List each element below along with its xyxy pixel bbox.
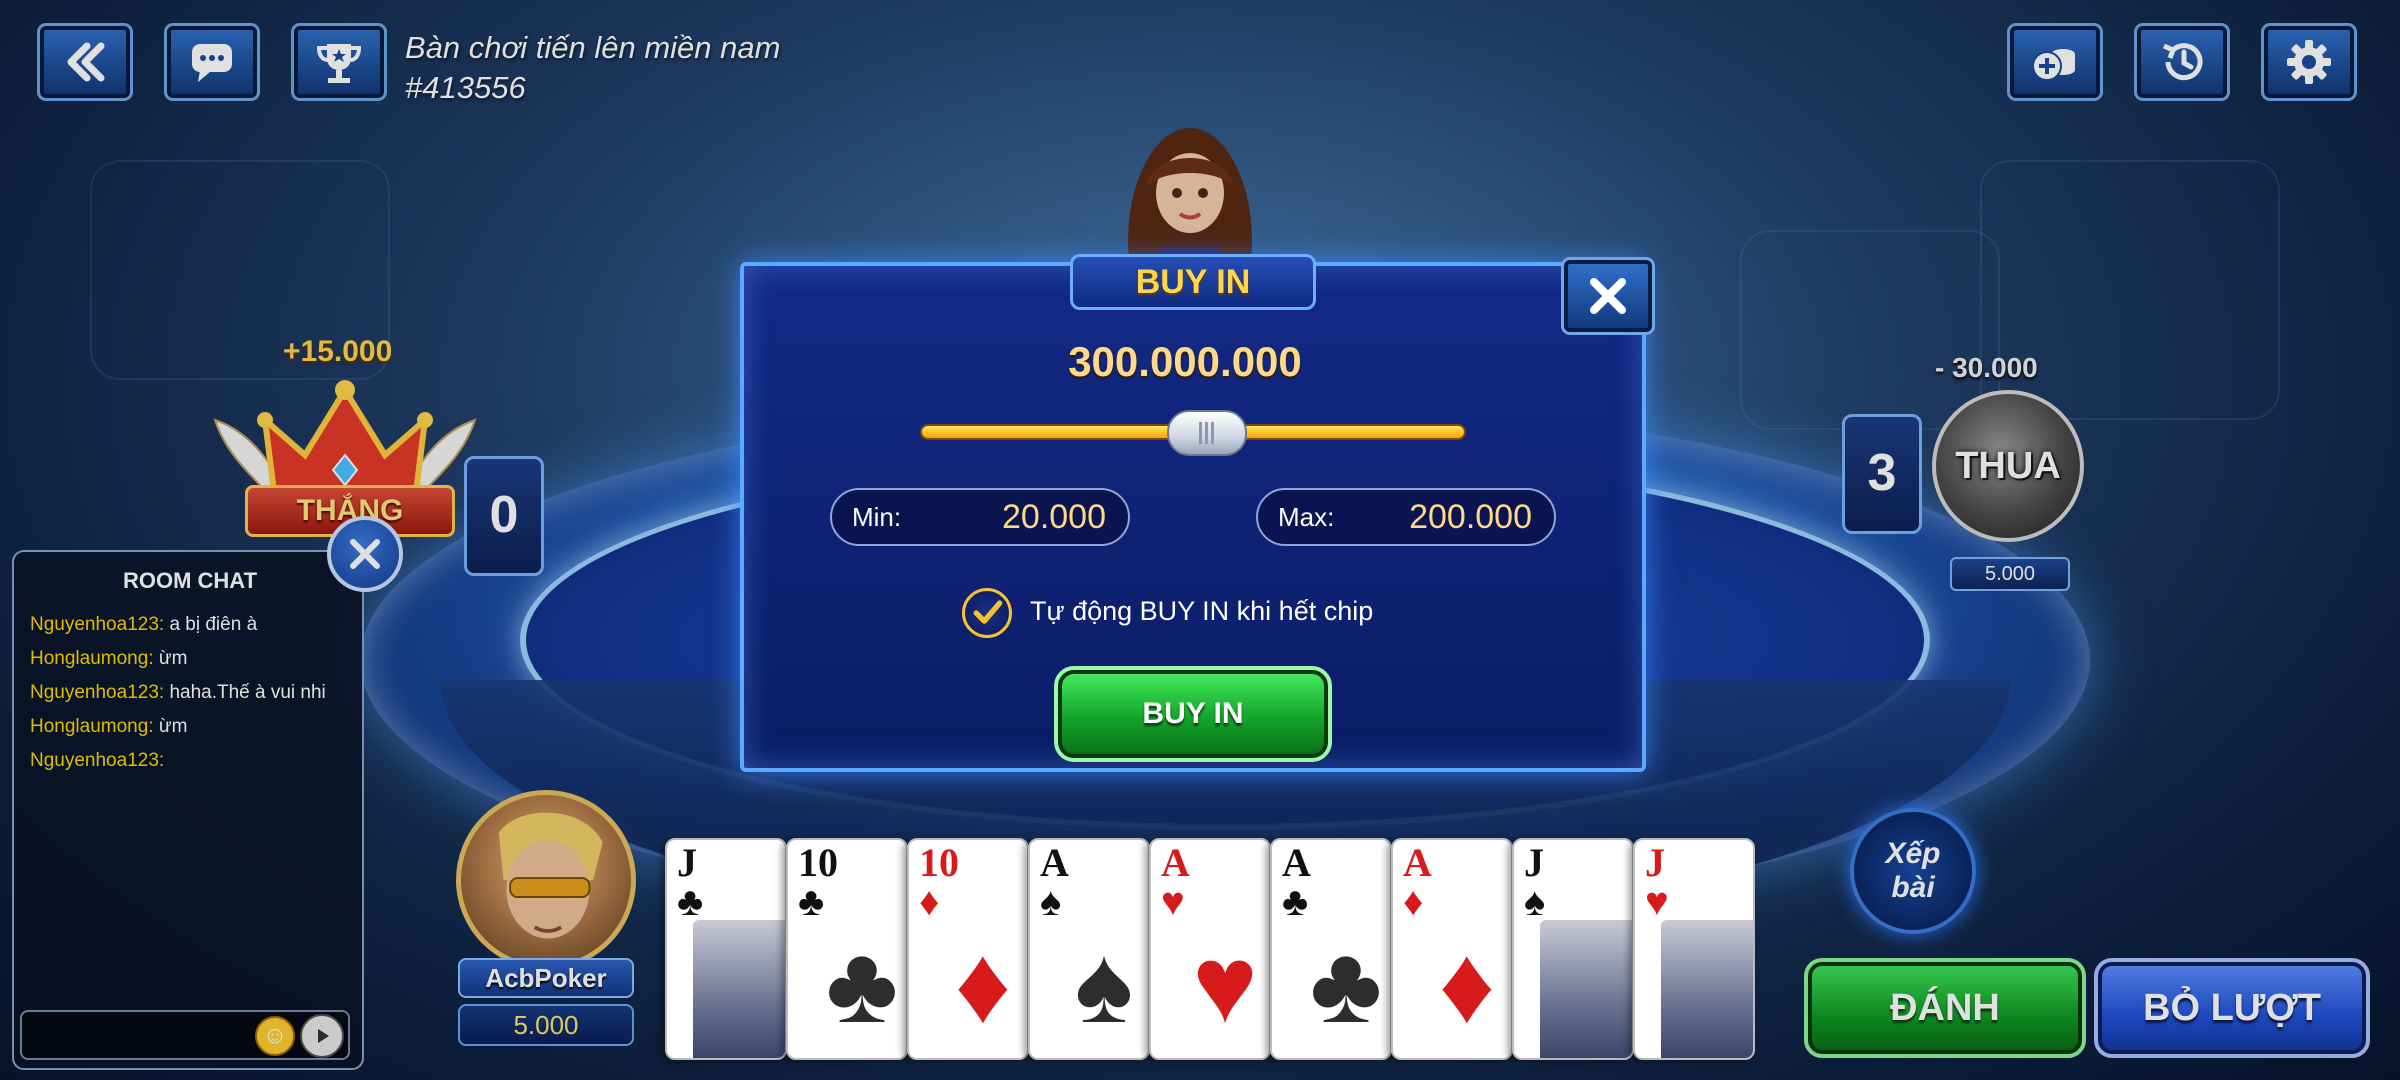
auto-buyin-label: Tự động BUY IN khi hết chip bbox=[1030, 596, 1374, 626]
playing-card[interactable]: A ♣ ♣ bbox=[1270, 838, 1392, 1060]
card-suit-art: ♥ bbox=[1192, 923, 1258, 1046]
card-rank: J bbox=[677, 840, 697, 885]
card-suit: ♦ bbox=[1403, 880, 1424, 924]
min-box: Min: 20.000 bbox=[830, 488, 1130, 546]
card-knight-art bbox=[1540, 920, 1632, 1058]
card-suit-art: ♣ bbox=[825, 923, 899, 1046]
playing-card[interactable]: 10 ♣ ♣ bbox=[786, 838, 908, 1060]
buyin-confirm-button[interactable]: BUY IN bbox=[1054, 666, 1332, 762]
playing-card[interactable]: A ♠ ♠ bbox=[1028, 838, 1150, 1060]
card-rank: 10 bbox=[798, 840, 838, 885]
card-suit: ♠ bbox=[1524, 880, 1546, 924]
card-rank: A bbox=[1161, 840, 1190, 885]
close-icon bbox=[1590, 278, 1626, 314]
card-suit: ♦ bbox=[919, 880, 940, 924]
buyin-dialog-title: BUY IN bbox=[1070, 254, 1316, 310]
card-suit-art: ♣ bbox=[1309, 923, 1383, 1046]
card-suit: ♣ bbox=[798, 880, 825, 924]
card-suit: ♥ bbox=[1161, 880, 1185, 924]
card-rank: 10 bbox=[919, 840, 959, 885]
card-suit: ♠ bbox=[1040, 880, 1062, 924]
max-box: Max: 200.000 bbox=[1256, 488, 1556, 546]
playing-card[interactable]: J ♠ bbox=[1512, 838, 1634, 1060]
playing-card[interactable]: J ♣ bbox=[665, 838, 787, 1060]
buyin-amount: 300.000.000 bbox=[1068, 338, 1302, 385]
playing-card[interactable]: J ♥ bbox=[1633, 838, 1755, 1060]
max-label: Max: bbox=[1278, 502, 1335, 532]
min-value: 20.000 bbox=[1002, 498, 1106, 536]
min-label: Min: bbox=[852, 502, 902, 532]
playing-card[interactable]: A ♦ ♦ bbox=[1391, 838, 1513, 1060]
card-suit: ♣ bbox=[1282, 880, 1309, 924]
card-suit: ♥ bbox=[1645, 880, 1669, 924]
playing-card[interactable]: A ♥ ♥ bbox=[1149, 838, 1271, 1060]
card-rank: A bbox=[1040, 840, 1069, 885]
card-knight-art bbox=[1661, 920, 1753, 1058]
card-rank: J bbox=[1524, 840, 1544, 885]
card-rank: J bbox=[1645, 840, 1665, 885]
card-rank: A bbox=[1403, 840, 1432, 885]
game-stage: Bàn chơi tiến lên miền nam #413556 +15.0… bbox=[0, 0, 2400, 1080]
playing-card[interactable]: 10 ♦ ♦ bbox=[907, 838, 1029, 1060]
card-suit-art: ♠ bbox=[1074, 923, 1134, 1046]
card-knight-art bbox=[693, 920, 785, 1058]
player-hand: J ♣ 10 ♣ ♣ 10 ♦ ♦ A ♠ ♠ A ♥ ♥ A ♣ ♣ A ♦ ♦ J ♠ J ♥ bbox=[665, 838, 1790, 1060]
buyin-close-button[interactable] bbox=[1561, 257, 1655, 335]
max-value: 200.000 bbox=[1409, 498, 1532, 536]
card-suit: ♣ bbox=[677, 880, 704, 924]
card-suit-art: ♦ bbox=[1438, 923, 1496, 1046]
card-rank: A bbox=[1282, 840, 1311, 885]
card-suit-art: ♦ bbox=[954, 923, 1012, 1046]
auto-buyin-checkbox[interactable] bbox=[962, 588, 1012, 638]
checkmark-icon bbox=[973, 600, 1003, 624]
buyin-slider-thumb[interactable] bbox=[1166, 410, 1247, 456]
